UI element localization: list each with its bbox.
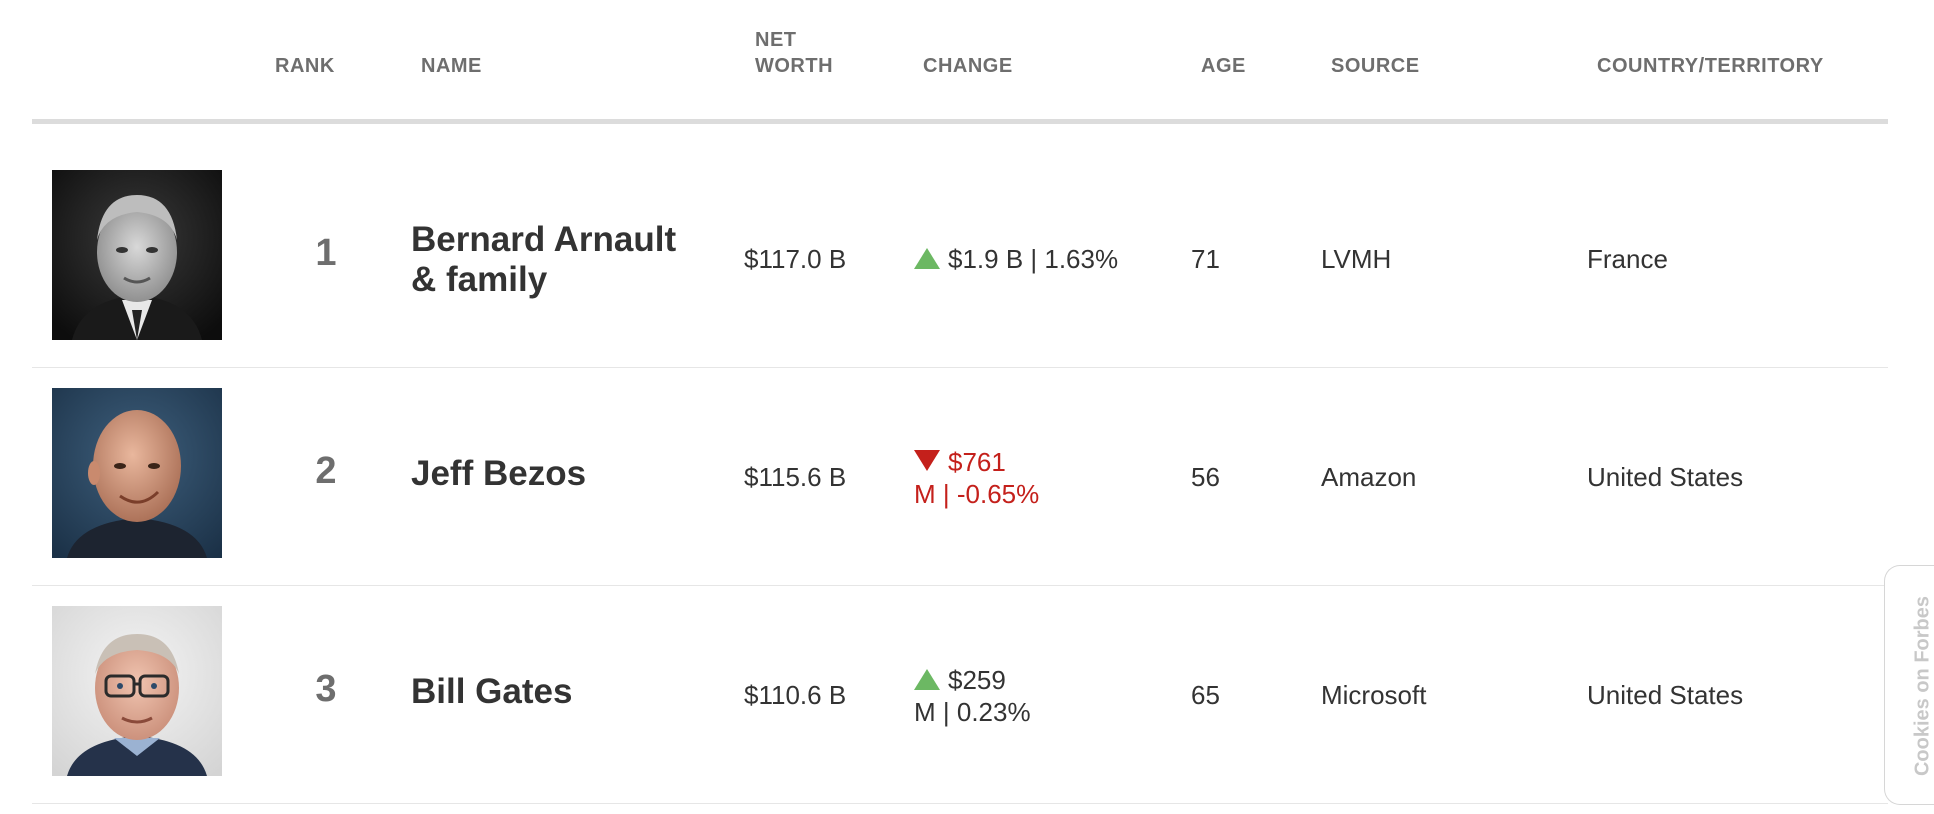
column-header-change[interactable]: CHANGE (923, 53, 1013, 79)
change-line1: $259 (914, 664, 1084, 696)
change-amount: $259 (948, 665, 1006, 695)
billionaires-table: RANK NAME NET WORTH CHANGE AGE SOURCE CO… (32, 0, 1888, 804)
net-worth-value: $110.6 B (744, 680, 847, 710)
cookies-consent-tab[interactable]: Cookies on Forbes (1884, 565, 1934, 805)
table-body: 1 Bernard Arnault & family $117.0 B $1.9… (32, 150, 1888, 804)
arrow-up-icon (914, 248, 940, 269)
person-name-link[interactable]: Bill Gates (411, 672, 711, 712)
change-value: $259 M | 0.23% (914, 664, 1084, 728)
rank-value: 1 (315, 232, 337, 274)
change-amount: $1.9 B | 1.63% (948, 244, 1119, 274)
table-row[interactable]: 2 Jeff Bezos $115.6 B $761 M | -0.65% 56… (32, 368, 1888, 586)
person-name-link[interactable]: Jeff Bezos (411, 454, 711, 494)
change-amount: $761 (948, 447, 1006, 477)
change-value: $761 M | -0.65% (914, 446, 1084, 510)
column-header-rank[interactable]: RANK (275, 53, 335, 79)
net-worth-value: $117.0 B (744, 244, 847, 274)
person-name-line1: Jeff Bezos (411, 454, 587, 493)
table-row[interactable]: 1 Bernard Arnault & family $117.0 B $1.9… (32, 150, 1888, 368)
rank-value: 3 (315, 668, 337, 710)
column-header-age[interactable]: AGE (1201, 53, 1246, 79)
net-worth-value: $115.6 B (744, 462, 847, 492)
change-line2: M | -0.65% (914, 479, 1040, 509)
country-value: United States (1587, 680, 1744, 710)
person-name-line1: Bill Gates (411, 672, 573, 711)
column-header-source[interactable]: SOURCE (1331, 53, 1420, 79)
change-line1: $761 (914, 446, 1084, 478)
person-name-link[interactable]: Bernard Arnault & family (411, 220, 711, 300)
column-header-country[interactable]: COUNTRY/TERRITORY (1597, 53, 1824, 79)
cookies-tab-label: Cookies on Forbes (1911, 595, 1934, 777)
person-name-line1: Bernard Arnault (411, 220, 677, 259)
change-value: $1.9 B | 1.63% (914, 243, 1174, 275)
age-value: 71 (1191, 244, 1220, 274)
country-value: United States (1587, 462, 1744, 492)
column-header-net-worth-line1: NET (755, 29, 797, 51)
rank-value: 2 (315, 450, 337, 492)
avatar[interactable] (52, 170, 222, 340)
column-header-name[interactable]: NAME (421, 53, 482, 79)
avatar[interactable] (52, 388, 222, 558)
source-value: Microsoft (1321, 680, 1427, 710)
source-value: Amazon (1321, 462, 1417, 492)
table-row[interactable]: 3 Bill Gates $110.6 B $259 M | 0.23% 65 … (32, 586, 1888, 804)
arrow-down-icon (914, 450, 940, 471)
age-value: 65 (1191, 680, 1220, 710)
country-value: France (1587, 244, 1668, 274)
source-value: LVMH (1321, 244, 1392, 274)
change-line2: M | 0.23% (914, 697, 1031, 727)
arrow-up-icon (914, 669, 940, 690)
column-header-net-worth[interactable]: NET WORTH (755, 27, 833, 79)
column-header-net-worth-line2: WORTH (755, 55, 834, 77)
age-value: 56 (1191, 462, 1220, 492)
person-name-line2: & family (411, 260, 548, 299)
table-header: RANK NAME NET WORTH CHANGE AGE SOURCE CO… (32, 0, 1888, 124)
avatar[interactable] (52, 606, 222, 776)
